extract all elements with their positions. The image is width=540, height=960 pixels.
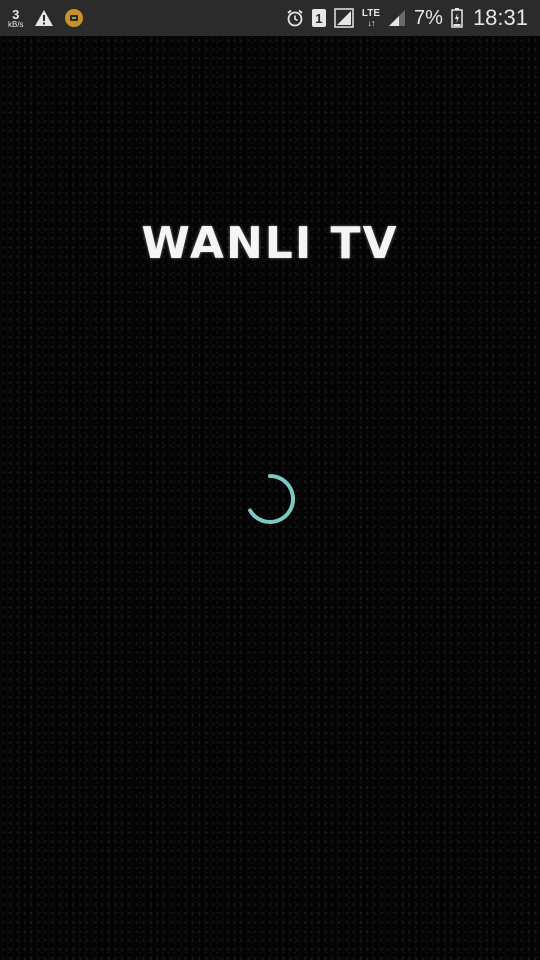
status-bar-left: 3 kB/s [8, 0, 84, 36]
app-notification-icon [64, 8, 84, 28]
alarm-icon [286, 9, 304, 27]
net-speed-value: 3 [12, 6, 20, 22]
battery-percent: 7% [414, 6, 443, 29]
loading-spinner [248, 474, 295, 524]
battery-icon [451, 8, 463, 28]
status-bar-right: 1 LTE ↓↑ 7% 18:31 [286, 0, 528, 36]
signal-strength-icon [334, 8, 354, 28]
clock-time: 18:31 [472, 5, 528, 30]
splash-screen: 3 kB/s 1 LTE ↓↑ 7% 18:31 WANLI TV [0, 0, 540, 960]
app-title: WANLI TV [141, 218, 399, 269]
net-speed-indicator: 3 kB/s [8, 8, 24, 29]
status-bar: 3 kB/s 1 LTE ↓↑ 7% 18:31 [0, 0, 540, 36]
data-activity-icon: ↓↑ [367, 17, 375, 28]
signal-bars-icon [388, 9, 406, 27]
network-type-indicator: LTE ↓↑ [361, 7, 381, 28]
net-speed-unit: kB/s [8, 19, 24, 29]
sim-badge: 1 [311, 9, 326, 27]
network-type-label: LTE [361, 7, 381, 19]
warning-icon [34, 9, 54, 27]
